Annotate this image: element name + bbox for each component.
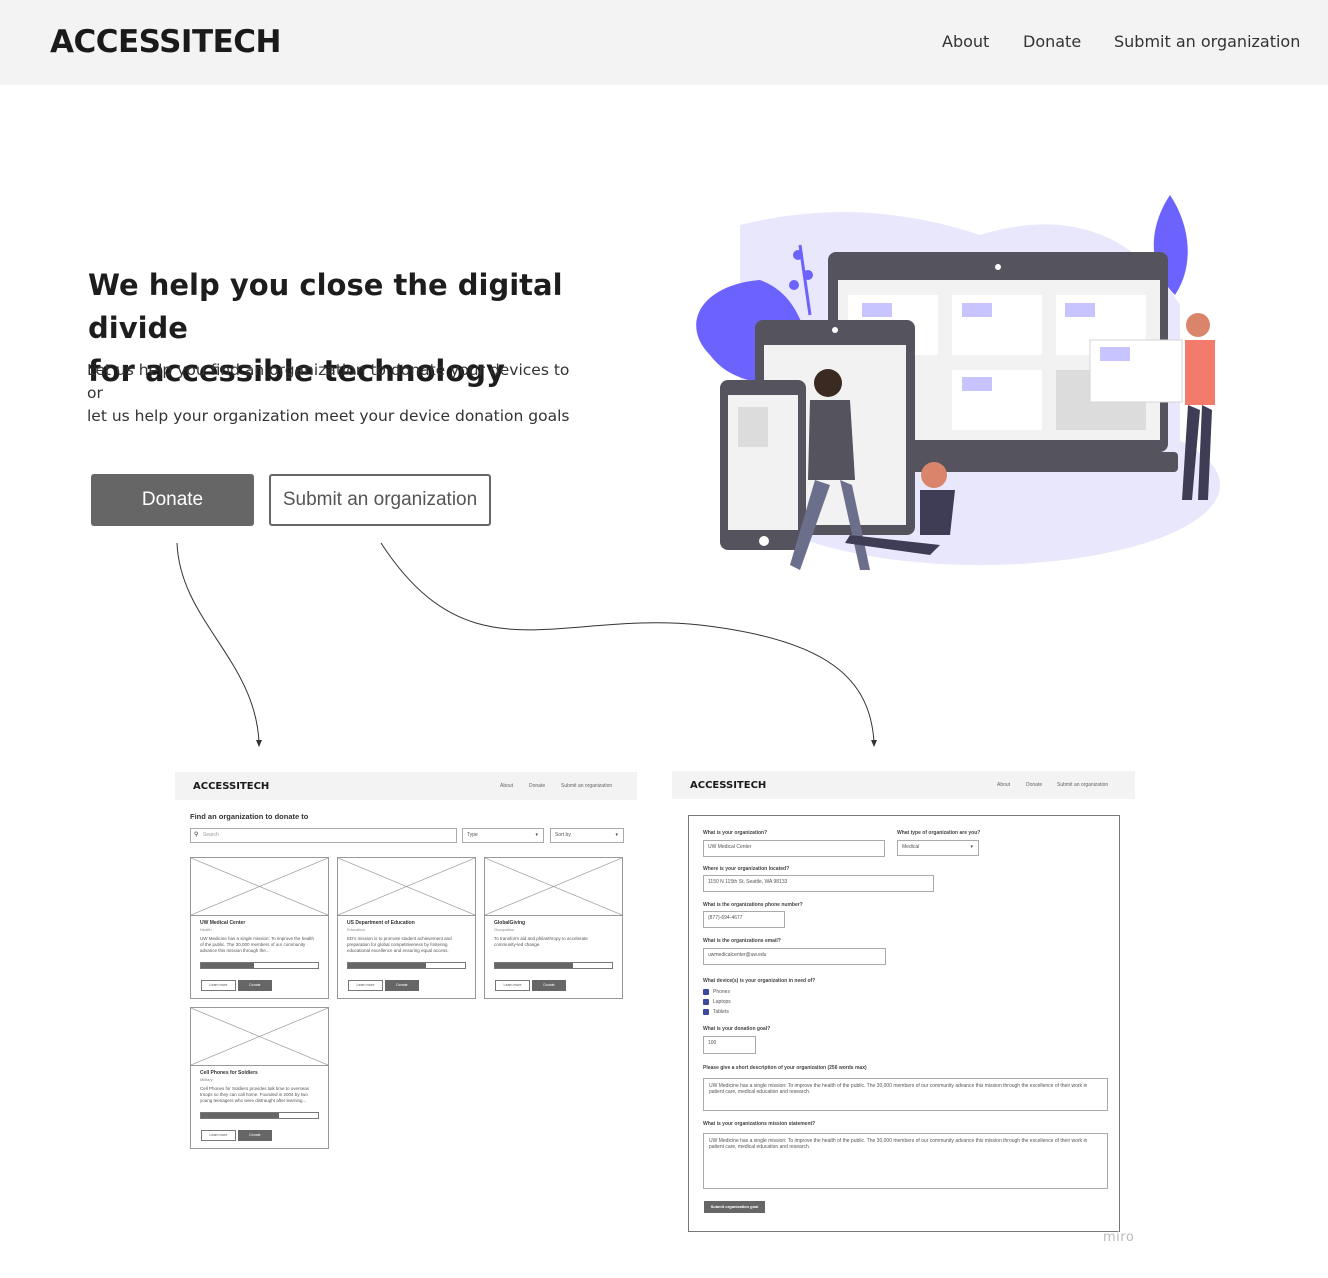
learn-more-button[interactable]: Learn more xyxy=(495,980,530,991)
donate-page-heading: Find an organization to donate to xyxy=(190,812,309,821)
learn-more-button[interactable]: Learn more xyxy=(348,980,383,991)
org-name-value: UW Medical Center xyxy=(708,844,752,850)
image-placeholder-icon xyxy=(485,858,622,916)
submit-form-button[interactable]: Submit organization goal xyxy=(704,1201,765,1213)
description-label: Please give a short description of your … xyxy=(703,1065,867,1071)
chevron-down-icon: ▾ xyxy=(535,832,538,838)
phone-input[interactable]: (877)-694-4677 xyxy=(703,911,785,928)
devices-label: What device(s) is your organization in n… xyxy=(703,978,816,984)
org-card-type: Military xyxy=(200,1077,213,1082)
phones-checkbox[interactable] xyxy=(703,989,709,995)
wireframe-header: ACCESSITECH About Donate Submit an organ… xyxy=(175,772,637,800)
sort-select[interactable]: Sort by ▾ xyxy=(550,828,624,843)
sort-select-value: Sort by xyxy=(555,832,571,838)
donation-progress-bar xyxy=(347,962,466,969)
wireframe-header: ACCESSITECH About Donate Submit an organ… xyxy=(672,771,1135,799)
tablets-label: Tablets xyxy=(713,1009,729,1015)
learn-more-button[interactable]: Learn more xyxy=(201,1130,236,1141)
miro-watermark: miro xyxy=(1103,1230,1135,1245)
image-placeholder-icon xyxy=(338,858,475,916)
location-value: 1150 N 115th St, Seattle, WA 98133 xyxy=(708,879,788,885)
image-placeholder-icon xyxy=(191,858,328,916)
location-label: Where is your organization located? xyxy=(703,866,790,872)
card-donate-button[interactable]: Donate xyxy=(385,980,419,991)
org-card-description: To transform aid and philanthropy to acc… xyxy=(494,936,588,947)
org-card-type: Occupation xyxy=(494,927,515,932)
org-card-title: GlobalGiving xyxy=(494,920,526,926)
org-card[interactable]: GlobalGiving Occupation To transform aid… xyxy=(484,857,623,999)
donate-page-wireframe: ACCESSITECH About Donate Submit an organ… xyxy=(175,772,637,1162)
mission-value: UW Medicine has a single mission: To imp… xyxy=(709,1138,1088,1150)
org-card-description: UW Medicine has a single mission: To imp… xyxy=(200,936,314,953)
org-type-value: Medical xyxy=(902,844,920,850)
wireframe-nav-donate[interactable]: Donate xyxy=(529,783,545,789)
phones-label: Phones xyxy=(713,989,730,995)
description-textarea[interactable]: UW Medicine has a single mission: To imp… xyxy=(703,1078,1108,1111)
wireframe-nav-submit[interactable]: Submit an organization xyxy=(1057,782,1108,788)
org-card-description: ED's mission is to promote student achie… xyxy=(347,936,452,953)
org-card[interactable]: UW Medical Center Health UW Medicine has… xyxy=(190,857,329,999)
org-type-select[interactable]: Medical ▾ xyxy=(897,840,979,856)
wireframe-logo[interactable]: ACCESSITECH xyxy=(690,780,766,791)
phone-value: (877)-694-4677 xyxy=(708,915,743,921)
org-card-title: UW Medical Center xyxy=(200,920,246,926)
email-field[interactable]: uwmedicalcenter@uw.edu xyxy=(703,948,886,965)
mission-label: What is your organizations mission state… xyxy=(703,1121,816,1127)
org-name-label: What is your organization? xyxy=(703,830,768,836)
search-input[interactable]: ⚲ Search xyxy=(190,828,457,843)
org-card[interactable]: US Department of Education Education ED'… xyxy=(337,857,476,999)
type-select[interactable]: Type ▾ xyxy=(462,828,544,843)
organization-form: What is your organization? UW Medical Ce… xyxy=(688,815,1120,1232)
wireframe-nav-submit[interactable]: Submit an organization xyxy=(561,783,612,789)
tablets-checkbox[interactable] xyxy=(703,1009,709,1015)
wireframe-nav-about[interactable]: About xyxy=(500,783,513,789)
wireframe-nav-about[interactable]: About xyxy=(997,782,1010,788)
org-card[interactable]: Cell Phones for Soldiers Military Cell P… xyxy=(190,1007,329,1149)
search-icon: ⚲ xyxy=(194,832,199,838)
donation-progress-bar xyxy=(494,962,613,969)
laptops-label: Laptops xyxy=(713,999,731,1005)
org-card-description: Cell Phones for Soldiers provides talk t… xyxy=(200,1086,310,1103)
donation-progress-bar xyxy=(200,1112,319,1119)
learn-more-button[interactable]: Learn more xyxy=(201,980,236,991)
phone-label: What is the organizations phone number? xyxy=(703,902,803,908)
wireframe-logo[interactable]: ACCESSITECH xyxy=(193,781,269,792)
wireframe-nav-donate[interactable]: Donate xyxy=(1026,782,1042,788)
email-label: What is the organizations email? xyxy=(703,938,781,944)
chevron-down-icon: ▾ xyxy=(615,832,618,838)
goal-value: 100 xyxy=(708,1040,717,1046)
laptops-checkbox[interactable] xyxy=(703,999,709,1005)
mission-textarea[interactable]: UW Medicine has a single mission: To imp… xyxy=(703,1133,1108,1189)
goal-label: What is your donation goal? xyxy=(703,1026,771,1032)
donation-progress-bar xyxy=(200,962,319,969)
submit-organization-wireframe: ACCESSITECH About Donate Submit an organ… xyxy=(672,771,1135,1236)
location-input[interactable]: 1150 N 115th St, Seattle, WA 98133 xyxy=(703,875,934,892)
org-card-title: Cell Phones for Soldiers xyxy=(200,1070,258,1076)
card-donate-button[interactable]: Donate xyxy=(238,980,272,991)
type-select-value: Type xyxy=(467,832,478,838)
card-donate-button[interactable]: Donate xyxy=(532,980,566,991)
image-placeholder-icon xyxy=(191,1008,328,1066)
chevron-down-icon: ▾ xyxy=(970,844,973,850)
card-donate-button[interactable]: Donate xyxy=(238,1130,272,1141)
org-name-input[interactable]: UW Medical Center xyxy=(703,840,885,857)
email-value: uwmedicalcenter@uw.edu xyxy=(708,952,767,958)
search-placeholder: Search xyxy=(203,832,219,838)
org-card-type: Education xyxy=(347,927,365,932)
description-value: UW Medicine has a single mission: To imp… xyxy=(709,1083,1088,1095)
goal-input[interactable]: 100 xyxy=(703,1036,756,1054)
org-card-type: Health xyxy=(200,927,212,932)
org-type-label: What type of organization are you? xyxy=(897,830,981,836)
org-card-title: US Department of Education xyxy=(347,920,415,926)
